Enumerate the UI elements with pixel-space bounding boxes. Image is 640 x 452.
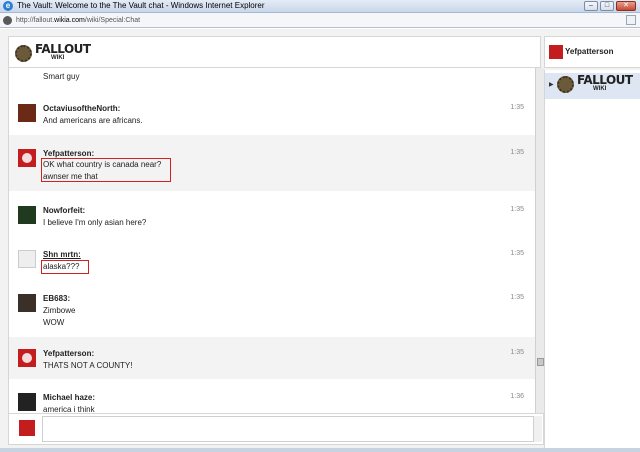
message-text: I believe I'm only asian here? [43, 218, 147, 227]
highlight-box [41, 158, 171, 182]
logo-subword: WIKI [51, 55, 65, 61]
list-item: Nowforfeit: I believe I'm only asian her… [9, 192, 535, 236]
site-favicon-icon [3, 16, 12, 25]
list-item: Michael haze: america i think 1:36 [9, 379, 535, 413]
window-bottom-edge [0, 448, 640, 452]
expand-arrow-icon[interactable]: ▶ [549, 81, 554, 88]
vault-gear-icon [15, 45, 32, 62]
close-button[interactable]: ✕ [616, 1, 636, 11]
list-item: EB683: Zimbowe WOW 1:35 [9, 280, 535, 336]
message-time: 1:35 [510, 104, 524, 111]
message-time: 1:35 [510, 206, 524, 213]
address-tool-button[interactable] [626, 15, 636, 25]
message-scrollbar[interactable] [535, 68, 544, 413]
list-item: Smart guy [9, 68, 535, 90]
highlight-box [41, 260, 89, 274]
list-item: Shn mrtn: alaska??? 1:35 [9, 236, 535, 280]
message-text: THATS NOT A COUNTY! [43, 361, 133, 370]
avatar[interactable] [18, 250, 36, 268]
avatar [19, 420, 35, 436]
current-user-panel[interactable]: Yefpatterson [544, 36, 640, 68]
avatar[interactable] [18, 206, 36, 224]
message-input[interactable] [42, 416, 534, 442]
message-username[interactable]: Shn mrtn: [43, 250, 81, 259]
window-title: The Vault: Welcome to the The Vault chat… [17, 1, 265, 10]
message-username[interactable]: Yefpatterson: [43, 349, 94, 358]
url-domain: wikia.com [54, 17, 85, 24]
avatar[interactable] [18, 149, 36, 167]
avatar[interactable] [18, 294, 36, 312]
room-logo: FALLOUT WIKI [557, 74, 633, 96]
avatar[interactable] [18, 349, 36, 367]
message-text: WOW [43, 318, 65, 327]
message-username[interactable]: EB683: [43, 294, 70, 303]
url-suffix: /wiki/Special:Chat [84, 17, 141, 24]
avatar[interactable] [18, 104, 36, 122]
message-username[interactable]: Nowforfeit: [43, 206, 85, 215]
room-logo-word: FALLOUT [577, 73, 633, 87]
maximize-button[interactable]: □ [600, 1, 614, 11]
logo-word: FALLOUT [35, 42, 91, 56]
message-time: 1:35 [510, 250, 524, 257]
message-text: Smart guy [43, 72, 80, 81]
message-text: america i think [43, 405, 95, 413]
message-list: Smart guy OctaviusoftheNorth: And americ… [8, 68, 535, 413]
url-field[interactable]: http://fallout.wikia.com/wiki/Special:Ch… [16, 15, 616, 26]
avatar[interactable] [18, 393, 36, 411]
message-username[interactable]: Michael haze: [43, 393, 95, 402]
message-username[interactable]: Yefpatterson: [43, 149, 94, 158]
room-logo-subword: WIKI [593, 86, 607, 92]
list-item: Yefpatterson: THATS NOT A COUNTY! 1:35 [9, 337, 535, 379]
address-bar: http://fallout.wikia.com/wiki/Special:Ch… [0, 13, 640, 28]
chat-header: FALLOUT WIKI [8, 36, 541, 68]
message-text: And americans are africans. [43, 116, 143, 125]
current-user-name: Yefpatterson [565, 47, 614, 56]
list-item: OctaviusoftheNorth: And americans are af… [9, 90, 535, 134]
fallout-wiki-logo[interactable]: FALLOUT WIKI [15, 43, 91, 65]
minimize-button[interactable]: – [584, 1, 598, 11]
message-time: 1:35 [510, 149, 524, 156]
avatar [549, 45, 563, 59]
message-time: 1:35 [510, 294, 524, 301]
url-prefix: http://fallout. [16, 17, 55, 24]
message-time: 1:35 [510, 349, 524, 356]
message-time: 1:36 [510, 393, 524, 400]
room-item-fallout-wiki[interactable]: ▶ FALLOUT WIKI [545, 73, 640, 99]
window-controls: – □ ✕ [584, 1, 636, 11]
room-list: ▶ FALLOUT WIKI [544, 70, 640, 452]
window-titlebar: e The Vault: Welcome to the The Vault ch… [0, 0, 640, 13]
scrollbar-thumb[interactable] [537, 358, 544, 366]
chat-app: FALLOUT WIKI Yefpatterson ▶ FALLOUT WIKI… [0, 29, 640, 452]
internet-explorer-icon: e [3, 1, 13, 11]
message-username[interactable]: OctaviusoftheNorth: [43, 104, 120, 113]
message-composer [8, 413, 544, 445]
message-text: Zimbowe [43, 306, 76, 315]
composer-scrollbar[interactable] [534, 416, 542, 442]
vault-gear-icon [557, 76, 574, 93]
list-item: Yefpatterson: OK what country is canada … [9, 135, 535, 191]
